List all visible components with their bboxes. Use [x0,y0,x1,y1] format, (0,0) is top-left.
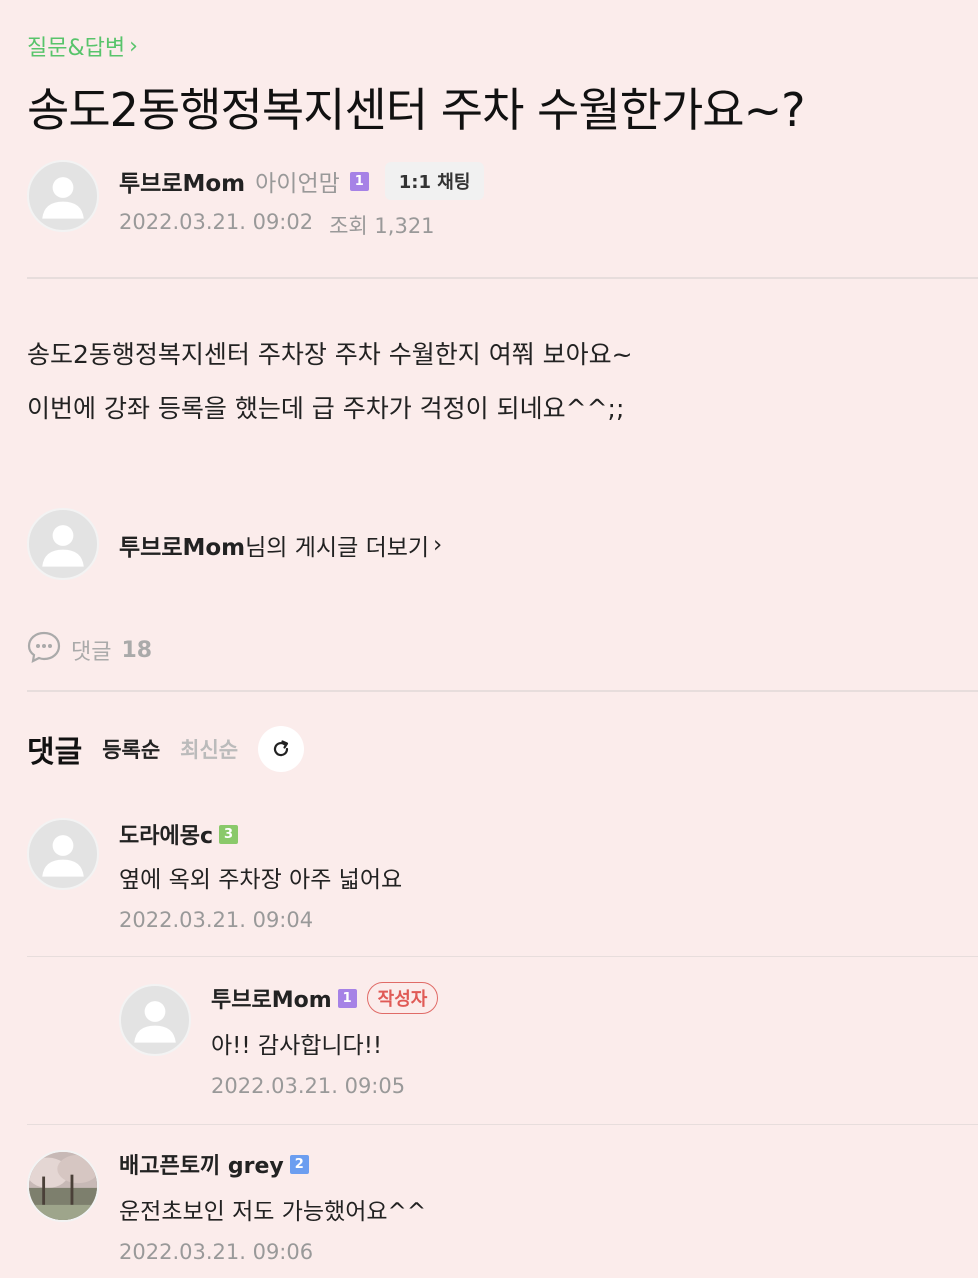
author-avatar[interactable] [27,508,99,580]
more-posts-suffix: 님의 게시글 더보기 [245,535,430,561]
level-badge-icon: 1 [349,171,369,191]
comment-date: 2022.03.21. 09:06 [119,1240,314,1264]
chat-button[interactable]: 1:1 채팅 [384,162,485,200]
post-views: 조회 1,321 [329,214,435,238]
speech-bubble-icon [27,630,61,670]
commenter-avatar[interactable] [27,818,99,890]
commenter-nickname: 투브로Mom [211,988,332,1013]
divider [27,690,978,692]
post-body-line: 송도2동행정복지센터 주차장 주차 수월한지 여쭤 보아요~ [27,340,633,369]
author-subnick: 아이언맘 [255,171,340,197]
comment-count[interactable]: 댓글 18 [27,630,152,670]
board-name: 질문&답변 [27,36,126,61]
writer-badge: 작성자 [366,982,439,1014]
more-posts-link[interactable]: 투브로Mom 님의 게시글 더보기 › [119,528,442,562]
comments-title: 댓글 [27,735,83,770]
commenter-name[interactable]: 배고픈토끼 grey 2 [119,1148,309,1180]
divider [27,1124,978,1125]
board-link[interactable]: 질문&답변 › [27,30,138,62]
commenter-nickname: 도라에몽c [119,824,214,849]
comments-header: 댓글 등록순 최신순 [27,726,305,772]
sort-latest-button[interactable]: 최신순 [180,734,238,764]
author-avatar[interactable] [27,160,99,232]
commenter-nickname: 배고픈토끼 grey [119,1154,284,1179]
post-body: 송도2동행정복지센터 주차장 주차 수월한지 여쭤 보아요~ 이번에 강좌 등록… [27,328,633,436]
level-badge-icon: 3 [219,824,239,844]
comment-count-value: 18 [121,637,153,663]
level-badge-icon: 1 [337,988,357,1008]
commenter-name[interactable]: 도라에몽c 3 [119,818,239,850]
post-body-line: 이번에 강좌 등록을 했는데 급 주차가 걱정이 되네요^^;; [27,394,625,423]
divider [27,277,978,279]
author-nickname[interactable]: 투브로Mom [119,164,245,198]
page-title: 송도2동행정복지센터 주차 수월한가요~? [27,83,806,137]
comment-text: 운전초보인 저도 가능했어요^^ [119,1199,427,1225]
comment-date: 2022.03.21. 09:05 [211,1074,406,1098]
refresh-icon [274,740,289,757]
divider [27,956,978,957]
commenter-name[interactable]: 투브로Mom 1 작성자 [211,982,439,1014]
commenter-avatar[interactable] [27,1150,99,1222]
comment-text: 옆에 옥외 주차장 아주 넓어요 [119,867,403,893]
author-info: 투브로Mom 아이언맘 1 1:1 채팅 [119,162,485,200]
comment-count-label: 댓글 [71,640,112,665]
post-date: 2022.03.21. 09:02 [119,210,314,234]
sort-registered-button[interactable]: 등록순 [102,734,160,764]
comment-date: 2022.03.21. 09:04 [119,908,314,932]
chevron-right-icon: › [129,33,138,59]
more-posts-author: 투브로Mom [119,535,246,561]
chevron-right-icon: › [433,532,443,558]
level-badge-icon: 2 [289,1154,309,1174]
commenter-avatar[interactable] [119,984,191,1056]
comment-text: 아!! 감사합니다!! [211,1033,383,1059]
refresh-button[interactable] [258,726,305,772]
post-meta: 2022.03.21. 09:02 조회 1,321 [119,210,435,240]
